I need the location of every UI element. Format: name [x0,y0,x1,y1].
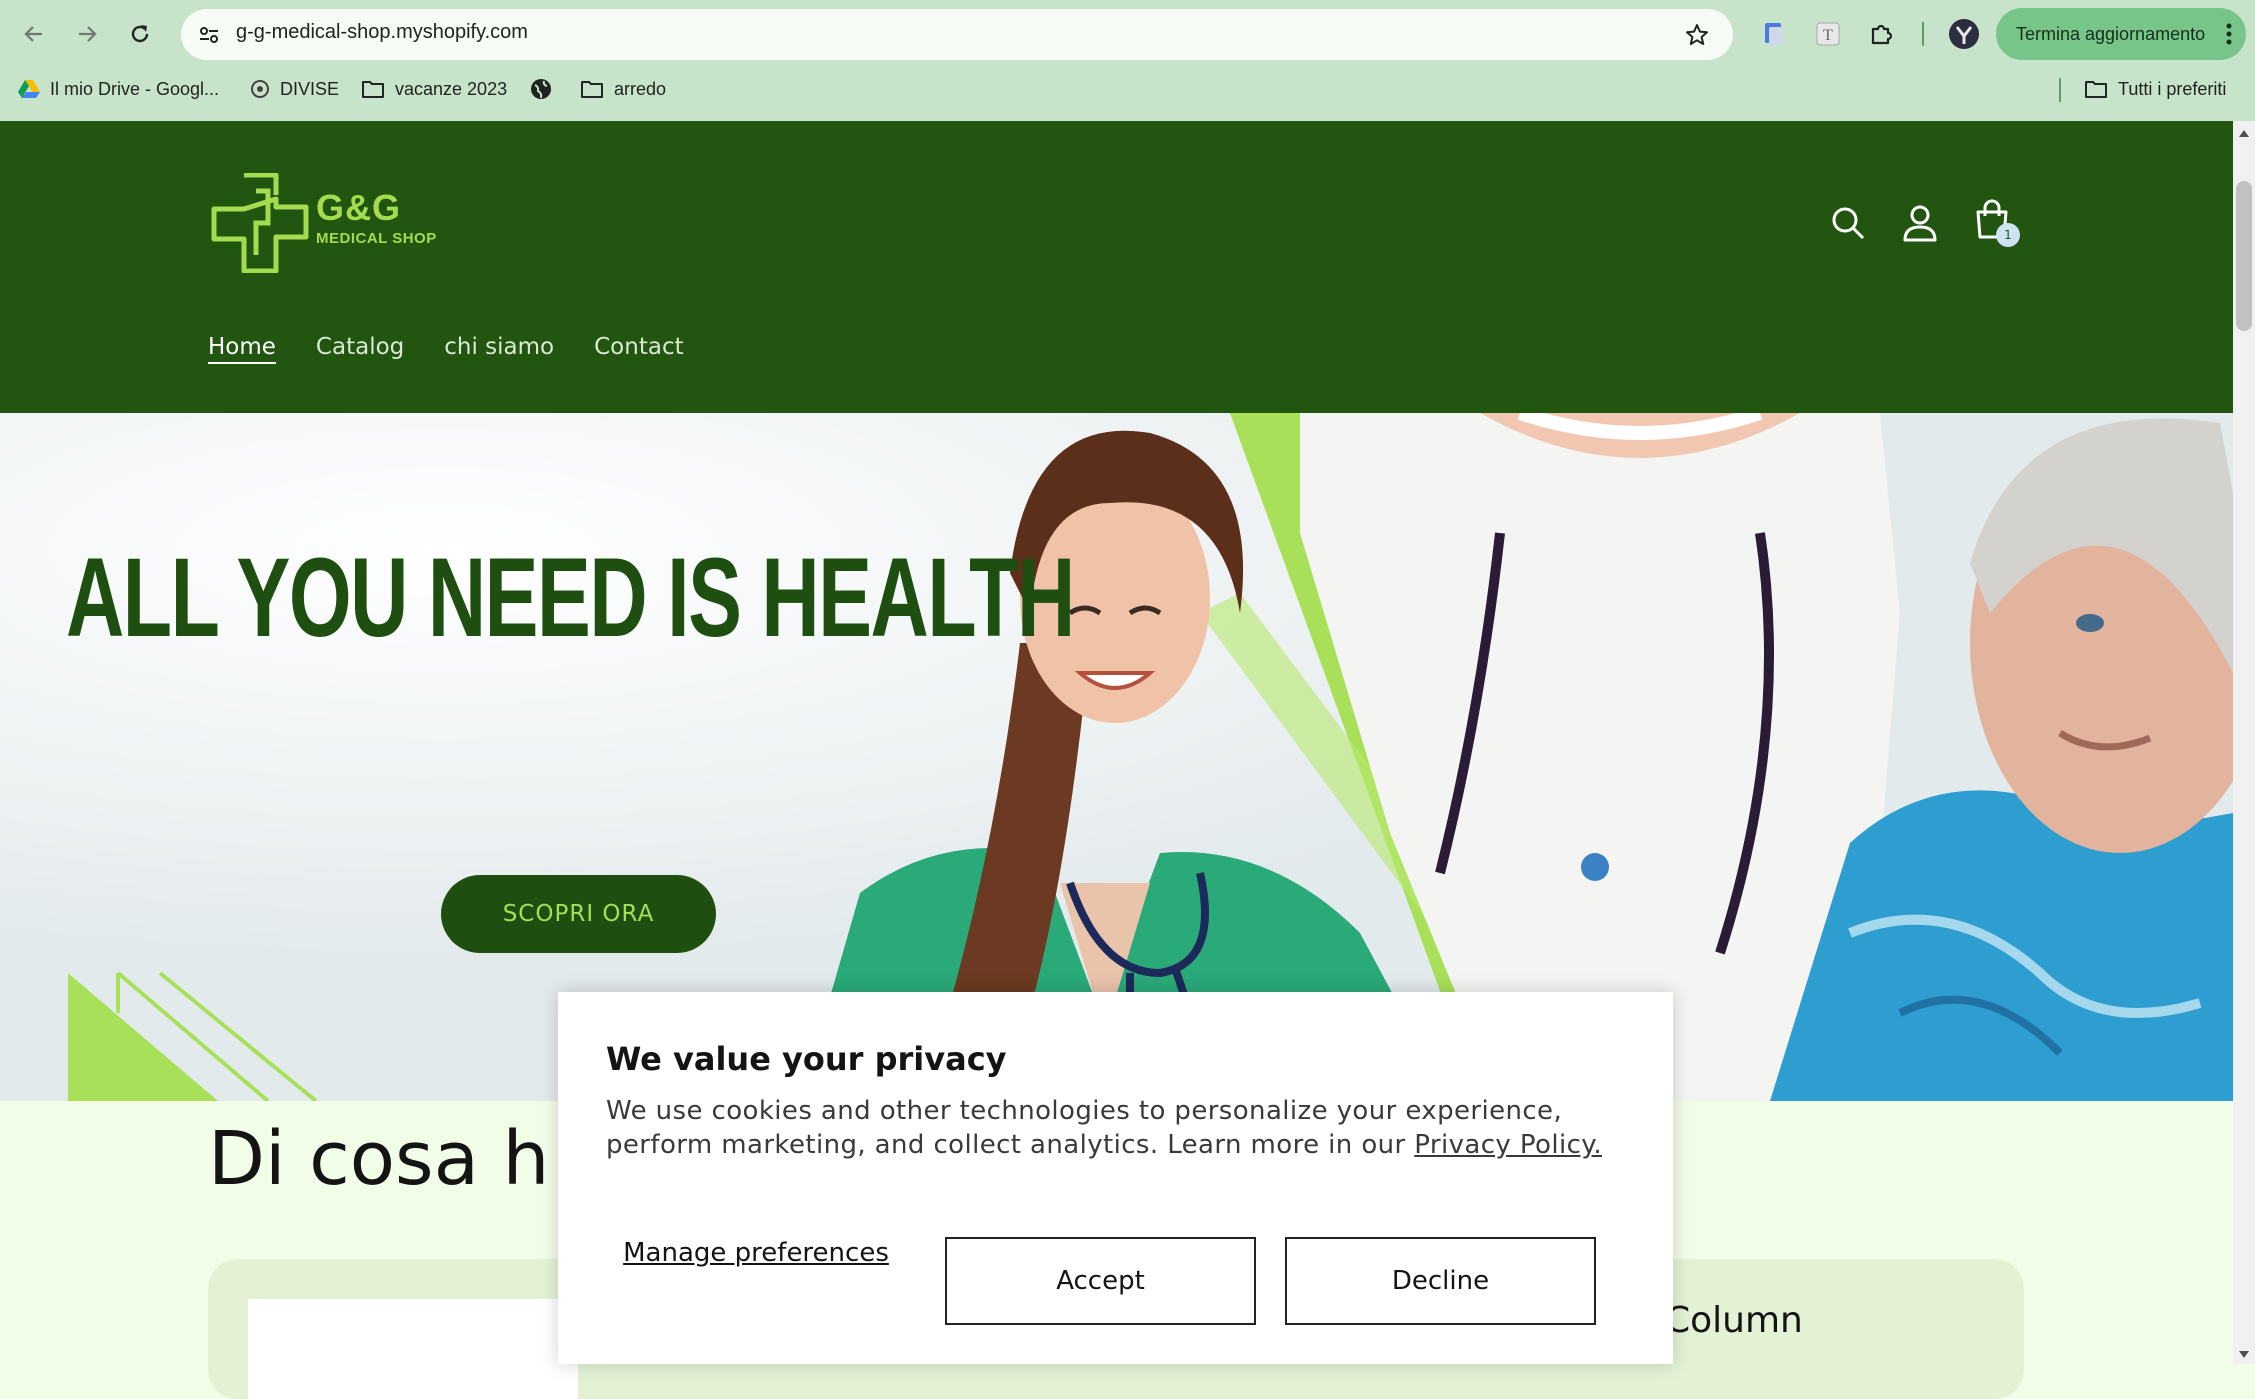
manage-preferences-link[interactable]: Manage preferences [606,1238,906,1269]
update-button-label: Termina aggiornamento [2016,23,2206,44]
scroll-up-arrow-icon [2239,130,2249,137]
extension-text-button[interactable]: T [1808,14,1848,54]
search-icon [1832,207,1865,240]
bookmark-divise[interactable]: DIVISE [250,76,339,102]
bookmark-vacanze[interactable]: vacanze 2023 [361,76,507,102]
folder-icon [581,81,603,98]
search-button[interactable] [1826,201,1870,245]
site-header: G&G MEDICAL SHOP 1 Home Catalog chi siam… [0,121,2233,413]
privacy-policy-link[interactable]: Privacy Policy. [1414,1130,1602,1160]
bookmark-label: Il mio Drive - Googl... [50,78,220,99]
bookmark-label: DIVISE [280,78,340,99]
svg-text:T: T [1823,27,1833,44]
section-title: Di cosa h [208,1116,550,1202]
medical-cross-logo-icon [211,173,309,273]
scroll-down-arrow-icon [2239,1351,2249,1358]
nav-catalog[interactable]: Catalog [316,334,404,360]
reload-icon [131,25,149,43]
bookmarks-divider [2059,78,2061,102]
scrollbar-thumb[interactable] [2236,181,2252,331]
page-scrollbar[interactable] [2233,121,2255,1364]
accept-button[interactable]: Accept [945,1237,1256,1325]
globe-icon [531,79,551,99]
bookmark-label: vacanze 2023 [395,78,508,99]
extension-translate-button[interactable] [1754,14,1794,54]
text-extension-icon: T [1816,22,1840,46]
back-button[interactable] [14,14,54,54]
bookmark-arredo[interactable]: arredo [580,76,666,102]
nav-chi-siamo[interactable]: chi siamo [444,334,554,360]
url-text[interactable]: g-g-medical-shop.myshopify.com [236,21,528,44]
avatar-icon [1949,19,1979,49]
bookmark-label: arredo [614,78,667,99]
folder-icon [362,81,384,98]
user-icon [1903,205,1937,242]
all-bookmarks[interactable]: Tutti i preferiti [2084,76,2226,102]
bookmarks-bar: Il mio Drive - Googl... DIVISE vacanze 2… [0,68,2255,110]
store-logo[interactable]: G&G MEDICAL SHOP [210,173,450,273]
translate-extension-icon [1765,23,1783,45]
site-favicon-icon [251,80,269,98]
arrow-right-icon [79,26,97,42]
extensions-button[interactable] [1862,14,1902,54]
more-vert-icon [2226,23,2232,45]
update-button[interactable]: Termina aggiornamento [1996,8,2246,60]
address-bar[interactable]: g-g-medical-shop.myshopify.com [181,9,1733,60]
google-drive-icon [18,80,40,98]
toolbar-divider [1922,22,1924,46]
account-button[interactable] [1898,201,1942,245]
puzzle-icon [1871,24,1893,45]
browser-chrome: g-g-medical-shop.myshopify.com T Termina… [0,0,2255,121]
site-settings-icon[interactable] [195,21,223,49]
reload-button[interactable] [120,14,160,54]
forward-button[interactable] [67,14,107,54]
scopri-ora-button[interactable]: SCOPRI ORA [441,875,716,953]
all-bookmarks-label: Tutti i preferiti [2118,78,2227,99]
cookie-text: We use cookies and other technologies to… [606,1094,1626,1162]
bookmark-drive[interactable]: Il mio Drive - Googl... [18,76,219,102]
cart-count-badge: 1 [1996,223,2020,247]
logo-title: G&G [316,187,402,228]
bookmark-globe[interactable] [530,76,562,102]
arrow-left-icon [24,26,42,42]
cart-button[interactable]: 1 [1970,197,2020,247]
folder-icon [2085,81,2107,98]
hero-title: ALL YOU NEED IS HEALTH [66,535,1075,660]
profile-button[interactable] [1944,14,1984,54]
nav-contact[interactable]: Contact [594,334,683,360]
cookie-title: We value your privacy [606,1040,1007,1078]
cookie-consent-banner: We value your privacy We use cookies and… [558,992,1673,1364]
nav-home[interactable]: Home [208,334,276,360]
decline-button[interactable]: Decline [1285,1237,1596,1325]
column-label: Column [1665,1300,1803,1341]
main-nav: Home Catalog chi siamo Contact [208,334,684,360]
bookmark-star-icon[interactable] [1683,21,1711,49]
collection-image [248,1299,578,1399]
logo-subtitle: MEDICAL SHOP [316,230,437,247]
